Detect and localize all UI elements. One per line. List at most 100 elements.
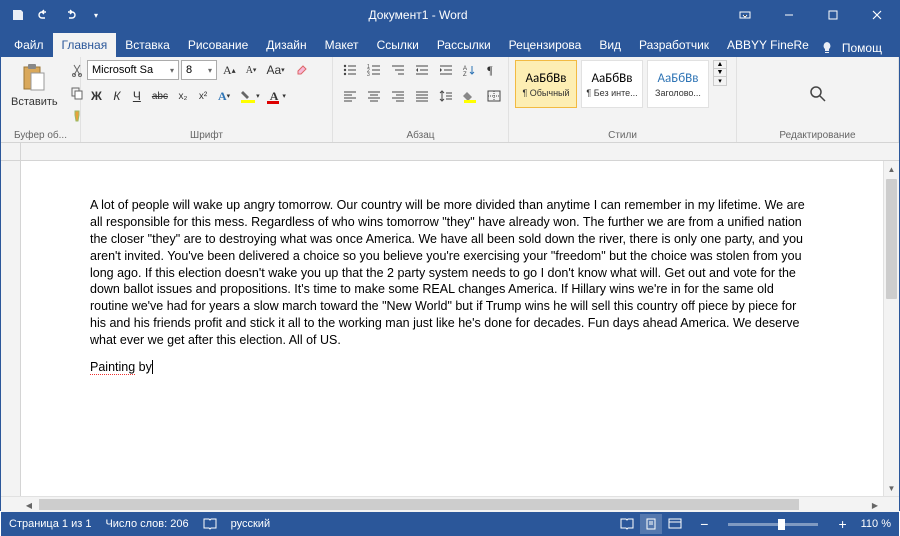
lightbulb-icon <box>821 41 833 55</box>
decrease-indent-button[interactable] <box>411 60 433 80</box>
font-name-combo[interactable]: Microsoft Sa▾ <box>87 60 179 80</box>
group-paragraph-label: Абзац <box>339 128 502 141</box>
style-heading1[interactable]: АаБбВв Заголово... <box>647 60 709 108</box>
highlight-button[interactable]: ▾ <box>236 86 264 106</box>
style-sample: АаБбВв <box>526 71 567 86</box>
styles-up[interactable]: ▲ <box>714 61 726 69</box>
spell-error[interactable]: Painting <box>90 360 135 375</box>
language-indicator[interactable]: русский <box>231 518 270 530</box>
grow-font-button[interactable]: A▴ <box>219 60 240 80</box>
align-center-icon <box>367 90 381 102</box>
zoom-in-button[interactable]: + <box>838 516 846 532</box>
italic-button[interactable]: К <box>108 86 126 106</box>
redo-button[interactable] <box>59 4 81 26</box>
indent-icon <box>439 64 453 76</box>
align-right-button[interactable] <box>387 86 409 106</box>
text-effects-button[interactable]: A▾ <box>214 86 234 106</box>
tab-review[interactable]: Рецензирова <box>500 33 591 57</box>
read-mode-button[interactable] <box>616 514 638 534</box>
paragraph-2[interactable]: Painting by <box>90 359 814 376</box>
proofing-button[interactable] <box>203 518 217 530</box>
vertical-scrollbar[interactable]: ▲ ▼ <box>883 161 899 496</box>
scroll-thumb-h[interactable] <box>39 499 799 510</box>
styles-more[interactable]: ▾ <box>714 77 726 85</box>
style-heading1-label: Заголово... <box>655 88 701 98</box>
tab-developer[interactable]: Разработчик <box>630 33 718 57</box>
show-marks-button[interactable]: ¶ <box>481 60 499 80</box>
close-icon <box>872 10 882 20</box>
bullets-button[interactable] <box>339 60 361 80</box>
text-cursor <box>152 360 153 374</box>
undo-button[interactable] <box>33 4 55 26</box>
scroll-down-button[interactable]: ▼ <box>884 480 899 496</box>
qat-customize[interactable]: ▾ <box>85 4 107 26</box>
content-area: A lot of people will wake up angry tomor… <box>1 161 899 496</box>
bold-button[interactable]: Ж <box>87 86 106 106</box>
paragraph-1[interactable]: A lot of people will wake up angry tomor… <box>90 197 814 349</box>
tab-design[interactable]: Дизайн <box>257 33 315 57</box>
tell-me-icon[interactable] <box>818 39 836 57</box>
scroll-thumb-v[interactable] <box>886 179 897 299</box>
tab-layout[interactable]: Макет <box>316 33 368 57</box>
font-color-button[interactable]: A▾ <box>266 86 290 106</box>
scroll-up-button[interactable]: ▲ <box>884 161 899 177</box>
print-layout-button[interactable] <box>640 514 662 534</box>
save-button[interactable] <box>7 4 29 26</box>
zoom-slider[interactable] <box>728 523 818 526</box>
document-page[interactable]: A lot of people will wake up angry tomor… <box>62 179 842 404</box>
scroll-track-v[interactable] <box>884 177 899 480</box>
align-left-button[interactable] <box>339 86 361 106</box>
zoom-thumb[interactable] <box>778 519 785 530</box>
scroll-track-h[interactable] <box>37 497 867 512</box>
window-controls <box>723 1 899 29</box>
close-button[interactable] <box>855 1 899 29</box>
tab-file[interactable]: Файл <box>5 33 53 57</box>
tab-draw[interactable]: Рисование <box>179 33 257 57</box>
shrink-font-button[interactable]: A▾ <box>242 60 261 80</box>
sort-button[interactable]: AZ <box>459 60 479 80</box>
group-editing: Редактирование <box>737 57 899 142</box>
tab-abbyy[interactable]: ABBYY FineRe <box>718 33 818 57</box>
multilevel-button[interactable] <box>387 60 409 80</box>
change-case-button[interactable]: Aa▾ <box>262 60 288 80</box>
align-center-button[interactable] <box>363 86 385 106</box>
tab-mailings[interactable]: Рассылки <box>428 33 500 57</box>
page-indicator[interactable]: Страница 1 из 1 <box>9 518 91 530</box>
zoom-level[interactable]: 110 % <box>861 518 891 530</box>
vertical-ruler[interactable] <box>1 161 21 496</box>
ribbon-options-button[interactable] <box>723 1 767 29</box>
minimize-button[interactable] <box>767 1 811 29</box>
undo-icon <box>37 8 51 22</box>
paste-button[interactable]: Вставить <box>7 60 62 110</box>
superscript-button[interactable]: x² <box>194 86 212 106</box>
borders-button[interactable] <box>483 86 505 106</box>
tab-insert[interactable]: Вставка <box>116 33 179 57</box>
find-button[interactable] <box>798 76 838 112</box>
styles-down[interactable]: ▼ <box>714 69 726 77</box>
group-styles: АаБбВв ¶ Обычный АаБбВв ¶ Без инте... Аа… <box>509 57 737 142</box>
underline-button[interactable]: Ч <box>128 86 146 106</box>
horizontal-ruler[interactable] <box>21 143 883 161</box>
web-layout-button[interactable] <box>664 514 686 534</box>
numbering-button[interactable]: 123 <box>363 60 385 80</box>
horizontal-scrollbar[interactable]: ◀ ▶ <box>1 496 899 512</box>
style-no-spacing[interactable]: АаБбВв ¶ Без инте... <box>581 60 643 108</box>
word-count[interactable]: Число слов: 206 <box>105 518 188 530</box>
subscript-button[interactable]: x₂ <box>174 86 192 106</box>
document-scroll[interactable]: A lot of people will wake up angry tomor… <box>21 161 883 496</box>
shading-button[interactable] <box>459 86 481 106</box>
maximize-button[interactable] <box>811 1 855 29</box>
font-size-combo[interactable]: 8▾ <box>181 60 217 80</box>
tab-home[interactable]: Главная <box>53 33 117 57</box>
style-normal[interactable]: АаБбВв ¶ Обычный <box>515 60 577 108</box>
justify-button[interactable] <box>411 86 433 106</box>
zoom-out-button[interactable]: − <box>700 516 708 532</box>
tab-view[interactable]: Вид <box>590 33 630 57</box>
line-spacing-button[interactable] <box>435 86 457 106</box>
tab-references[interactable]: Ссылки <box>368 33 428 57</box>
clear-format-button[interactable] <box>291 60 313 80</box>
strike-button[interactable]: abc <box>148 86 172 106</box>
tell-me-label[interactable]: Помощ <box>842 41 882 55</box>
increase-indent-button[interactable] <box>435 60 457 80</box>
web-icon <box>668 518 682 530</box>
